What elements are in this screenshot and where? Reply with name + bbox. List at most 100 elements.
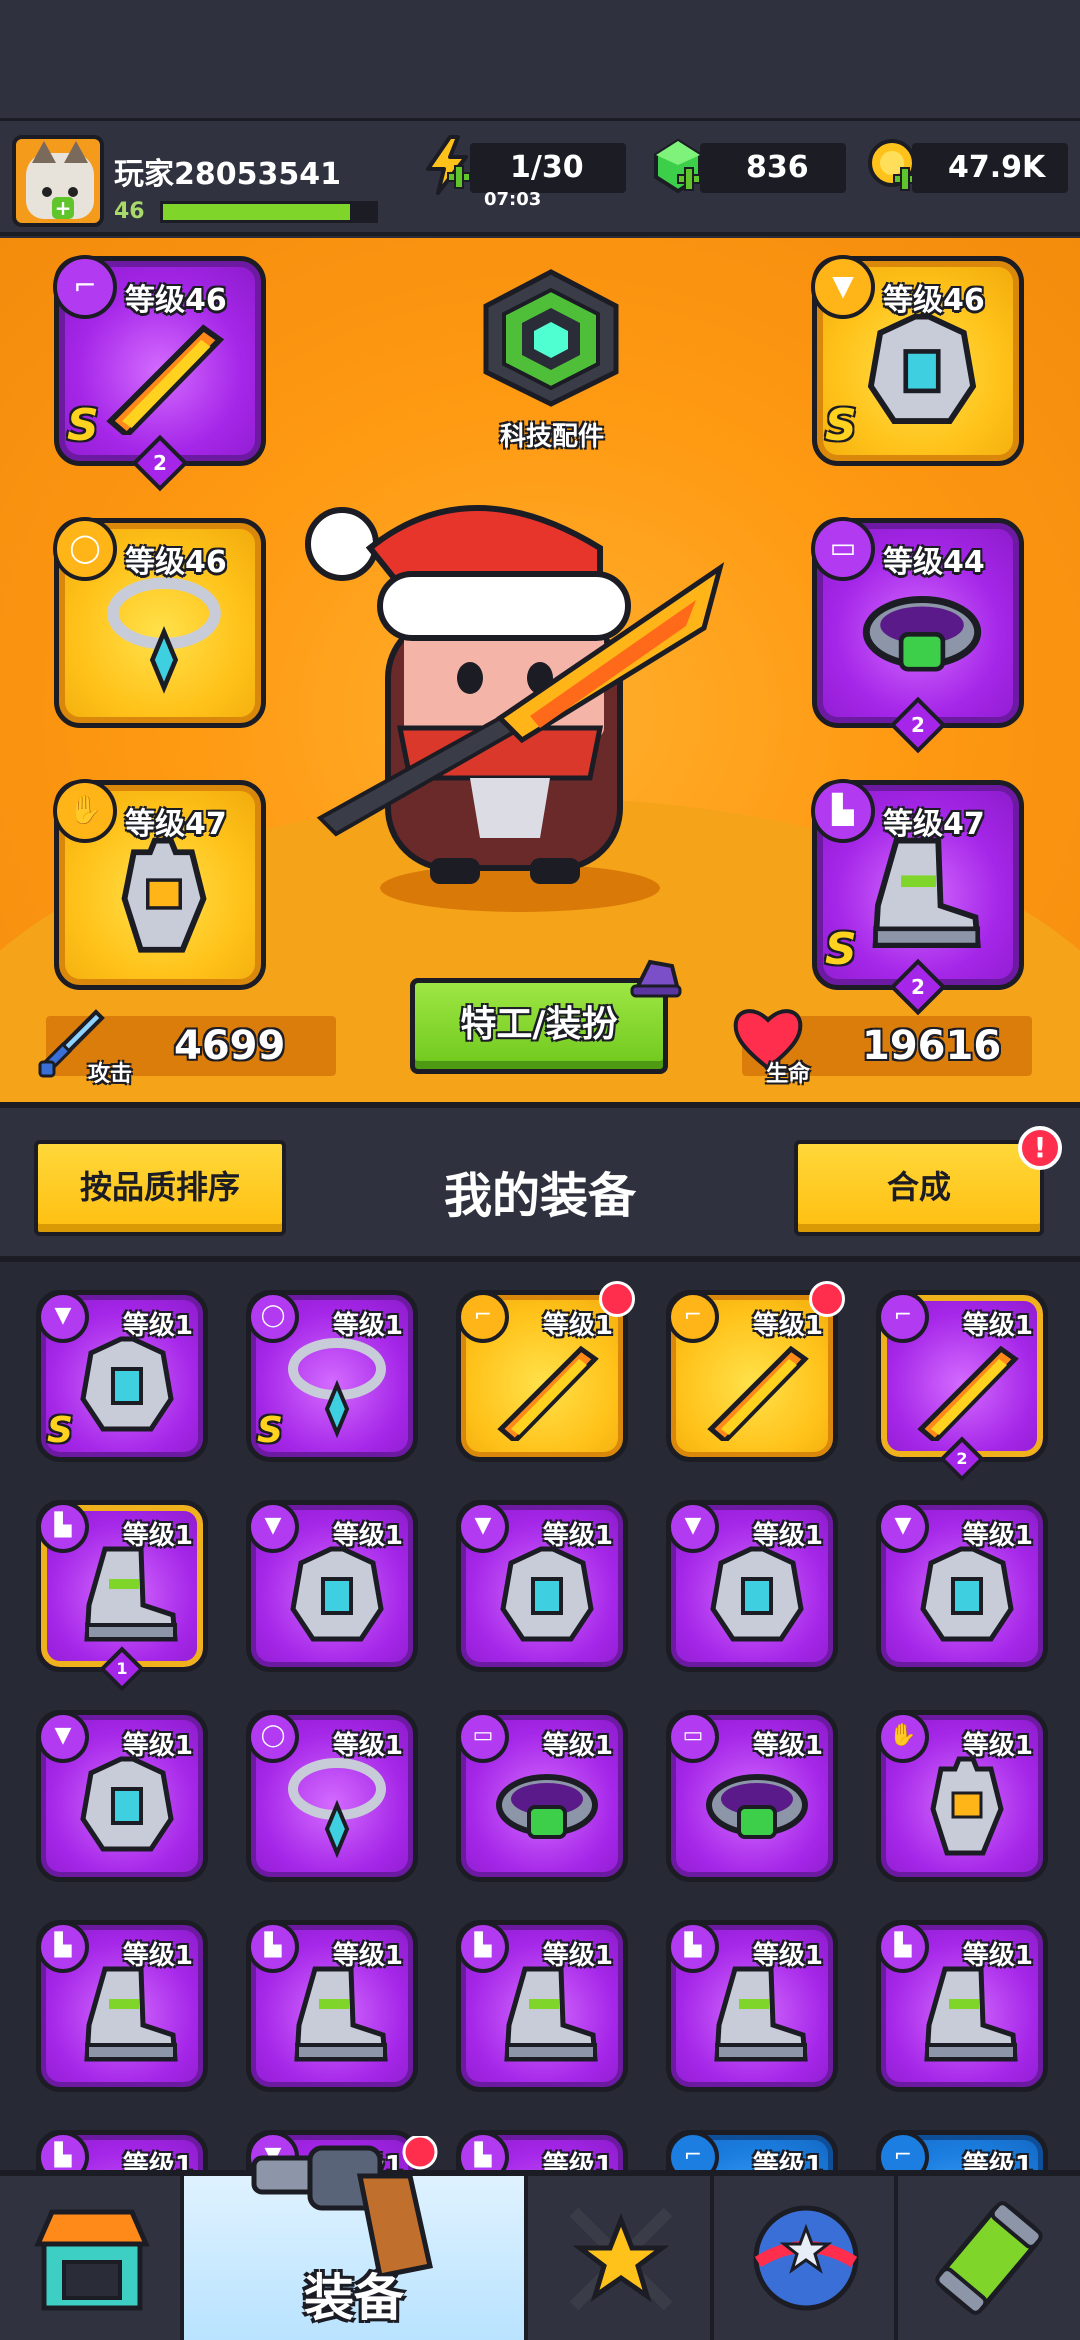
belt-icon: ▭ (667, 1711, 719, 1763)
inventory-item[interactable]: ▭ 等级1 (456, 1710, 628, 1882)
shirt-icon: ▼ (37, 1711, 89, 1763)
hero-panel: 科技配件 ⌐ 等级46 S 2 ▼ 等级46 S ◯ 等级46 ▭ 等级44 2 ✋ 等级47 ▙ 等级47 S… (0, 238, 1080, 1102)
shirt-icon: ▼ (457, 1501, 509, 1553)
boot-icon-item (872, 837, 981, 948)
glove-icon: ✋ (877, 1711, 929, 1763)
inventory-item[interactable]: ▼ 等级1 (876, 1500, 1048, 1672)
coins-value: 47.9K (948, 150, 1046, 185)
bottom-nav: 装备 (0, 2136, 1080, 2340)
necklace-icon: ◯ (247, 1711, 299, 1763)
sort-by-quality-button[interactable]: 按品质排序 (34, 1140, 286, 1236)
inventory-item[interactable]: ▙ 等级1 (456, 1920, 628, 2092)
inventory-item[interactable]: ▙ 等级1 (456, 2130, 628, 2170)
item-level: 等级1 (332, 1311, 403, 1341)
inventory-item[interactable]: ⌐ 等级1 2 (876, 1290, 1048, 1482)
hp-value: 19616 (862, 1023, 1002, 1069)
item-level: 等级1 (332, 1941, 403, 1971)
item-level: 等级1 (962, 1941, 1033, 1971)
slot-level: 等级46 (125, 545, 227, 580)
attack-label: 攻击 (88, 1062, 133, 1087)
inventory-item[interactable]: ▙ 等级1 (666, 1920, 838, 2092)
item-level: 等级1 (962, 1311, 1033, 1341)
belt-icon: ▭ (811, 517, 875, 581)
belt-icon-item (862, 596, 982, 672)
shirt-icon-item (867, 313, 977, 424)
inventory-item[interactable]: ▙ 等级1 (246, 1920, 418, 2092)
item-level: 等级1 (122, 1311, 193, 1341)
nav-tab-lab[interactable] (898, 2176, 1080, 2340)
inventory-item[interactable]: ▼ 等级1 (246, 1500, 418, 1672)
merge-button[interactable]: 合成 (794, 1140, 1044, 1236)
nav-tab-world[interactable] (714, 2176, 898, 2340)
status-bar (0, 0, 1080, 118)
slot-level: 等级46 (125, 283, 227, 318)
inventory-item[interactable]: ▼ 等级1 (36, 1710, 208, 1882)
energy-value: 1/30 (510, 150, 584, 185)
merge-alert-badge: ! (1018, 1126, 1062, 1170)
inventory-item[interactable]: ⌐ 等级1 (876, 2130, 1048, 2170)
equipped-slot-gloves[interactable]: ✋ 等级47 (53, 779, 266, 990)
inventory-item[interactable]: ⌐ 等级1 (666, 1281, 845, 1462)
inventory-item[interactable]: ◯ 等级1 (246, 1710, 418, 1882)
inventory-item[interactable]: ▙ 等级1 (36, 2130, 208, 2170)
inventory-item[interactable]: ▙ 等级1 (36, 1920, 208, 2092)
player-level: 46 (114, 199, 145, 224)
nav-tab-battle[interactable] (528, 2176, 714, 2340)
boot-icon-item (714, 1966, 808, 2062)
boot-icon-item (294, 1966, 388, 2062)
inventory-item[interactable]: ◯ 等级1 S (246, 1290, 418, 1462)
inventory-item[interactable]: ⌐ 等级1 (666, 2130, 838, 2170)
boot-icon: ▙ (667, 1921, 719, 1973)
energy-box[interactable]: 1/30 (470, 143, 626, 193)
nav-label-equipment: 装备 (304, 2269, 404, 2327)
inventory-item[interactable]: ▼ 等级1 S (36, 1290, 208, 1462)
boot-icon: ▙ (37, 1501, 89, 1553)
boot-icon: ▙ (811, 779, 875, 843)
nav-tab-equipment[interactable]: 装备 (184, 2136, 528, 2340)
coins-box[interactable]: 47.9K (912, 143, 1068, 193)
shirt-icon: ▼ (667, 1501, 719, 1553)
slot-level: 等级44 (883, 545, 985, 580)
necklace-icon-item (107, 577, 221, 694)
slot-level: 等级47 (125, 807, 227, 842)
hp-label: 生命 (766, 1062, 811, 1087)
shirt-icon-item (710, 1546, 804, 1642)
inventory-item[interactable]: ⌐ 等级1 (456, 1281, 635, 1462)
player-avatar[interactable]: + (12, 135, 104, 227)
inventory-item[interactable]: ▭ 等级1 (666, 1710, 838, 1882)
equipped-slot-armor[interactable]: ▼ 等级46 S (811, 255, 1024, 466)
my-equipment-title: 我的装备 (443, 1168, 636, 1224)
necklace-icon: ◯ (53, 517, 117, 581)
grade-badge: S (825, 924, 857, 975)
necklace-icon-item (288, 1758, 386, 1859)
upgrade-count-badge: 1 (99, 1646, 145, 1692)
inventory-item[interactable]: ▙ 等级1 1 (36, 1500, 208, 1692)
gems-box[interactable]: 836 (700, 143, 846, 193)
equipped-slot-belt[interactable]: ▭ 等级44 2 (811, 517, 1024, 754)
inventory-item[interactable]: ▙ 等级1 (876, 1920, 1048, 2092)
xp-bar (160, 201, 378, 223)
item-level: 等级1 (752, 2151, 823, 2170)
item-level: 等级1 (752, 1521, 823, 1551)
shirt-icon-item (290, 1546, 384, 1642)
inventory-item[interactable]: ▼ 等级1 (666, 1500, 838, 1672)
item-level: 等级1 (542, 2151, 613, 2170)
equipped-slot-necklace[interactable]: ◯ 等级46 (53, 517, 266, 728)
belt-icon: ▭ (457, 1711, 509, 1763)
nav-tab-shop[interactable] (0, 2176, 184, 2340)
boot-icon: ▙ (37, 1921, 89, 1973)
item-level: 等级1 (542, 1521, 613, 1551)
boot-icon: ▙ (37, 2131, 89, 2170)
equipment-bar: 按品质排序 我的装备 合成 ! (0, 1102, 1080, 1262)
tech-part-icon[interactable] (476, 268, 626, 408)
shirt-icon: ▼ (247, 1501, 299, 1553)
slot-level: 等级46 (883, 283, 985, 318)
necklace-icon-item (288, 1338, 386, 1439)
inventory-item[interactable]: ✋ 等级1 (876, 1710, 1048, 1882)
boot-icon-item (84, 1966, 178, 2062)
equipped-slot-weapon[interactable]: ⌐ 等级46 S 2 (53, 255, 266, 492)
equipped-slot-boots[interactable]: ▙ 等级47 S 2 (811, 779, 1024, 1016)
boot-icon: ▙ (247, 1921, 299, 1973)
inventory-item[interactable]: ▼ 等级1 (456, 1500, 628, 1672)
star-globe-icon (753, 2205, 859, 2311)
